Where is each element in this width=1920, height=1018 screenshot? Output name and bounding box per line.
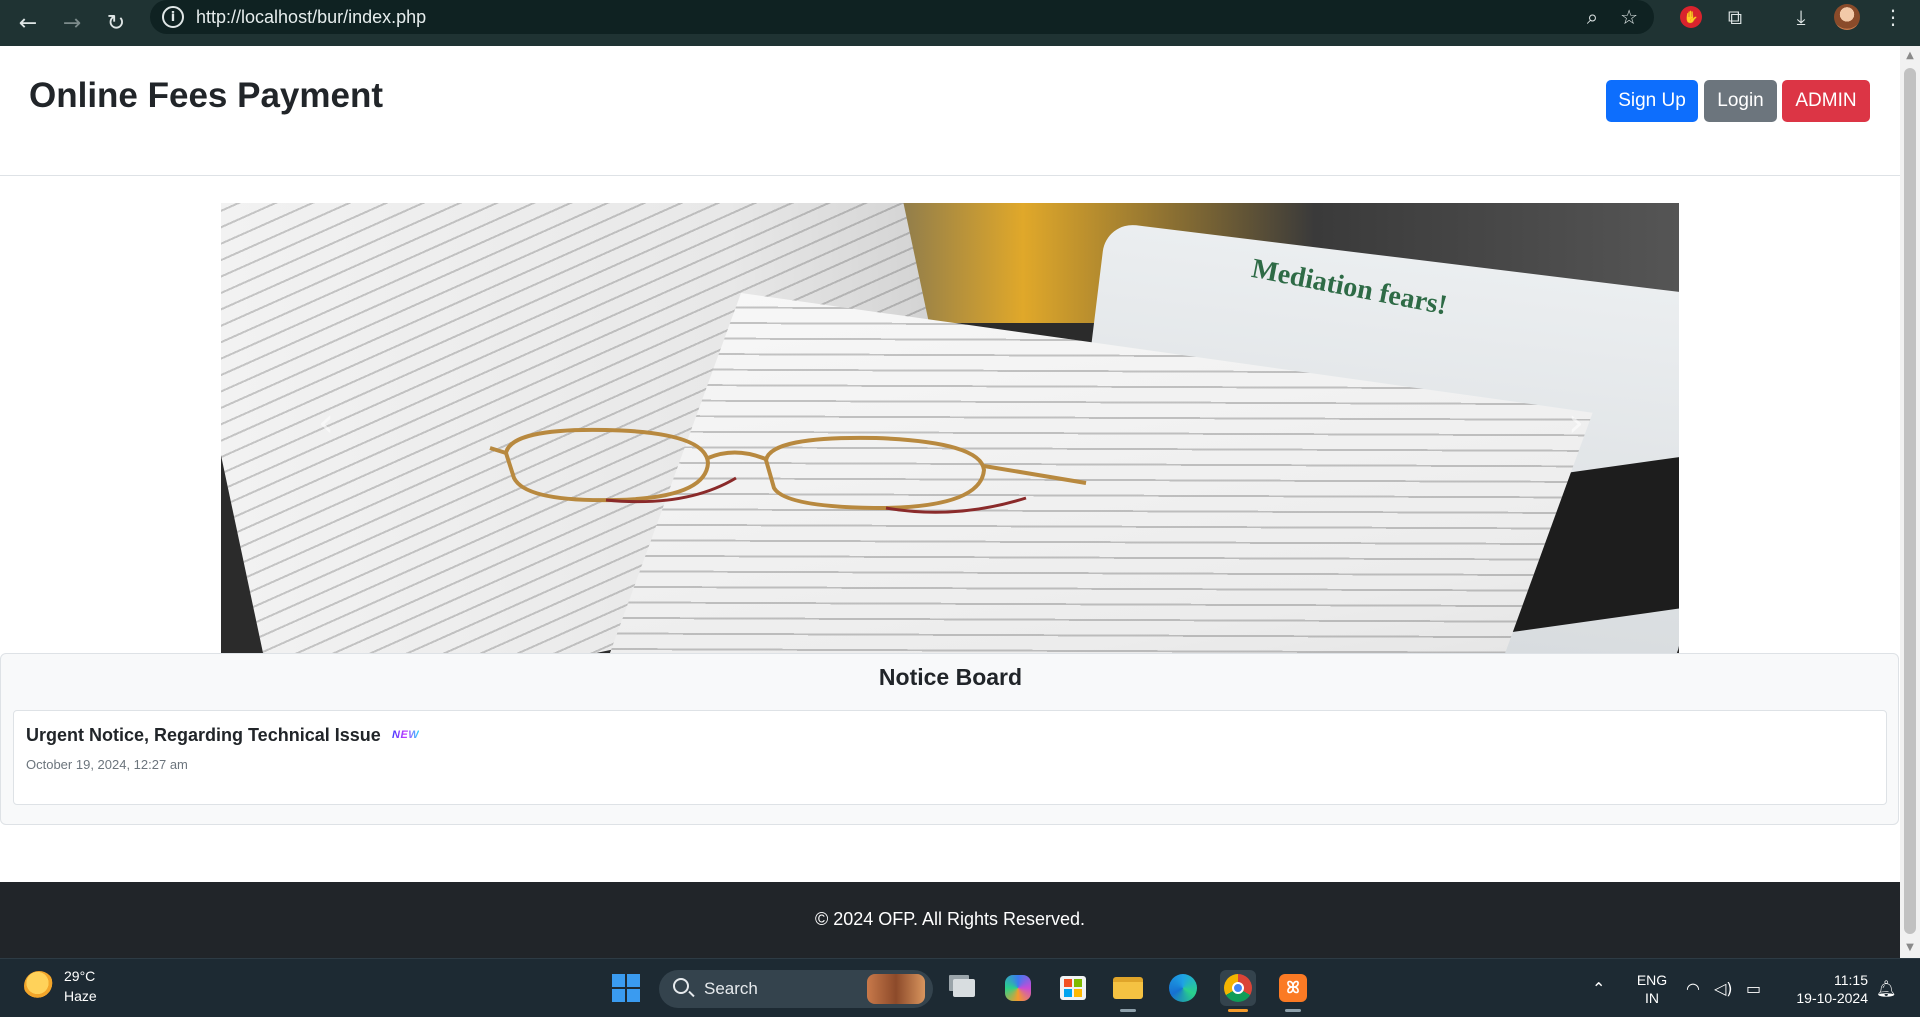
taskbar-search[interactable]: Search — [659, 970, 933, 1008]
footer-copyright: © 2024 OFP. All Rights Reserved. — [814, 909, 1086, 929]
notice-date: October 19, 2024, 12:27 am — [26, 757, 188, 772]
page-content: Online Fees Payment Sign Up Login ADMIN … — [0, 46, 1900, 958]
address-url[interactable]: http://localhost/bur/index.php — [196, 7, 426, 28]
hero-carousel: Mediation fears! ‹ › — [221, 203, 1679, 653]
show-hidden-icons-chevron-icon[interactable]: ⌃ — [1592, 959, 1605, 1018]
xampp-icon[interactable]: ꕤ — [1275, 970, 1311, 1012]
weather-description[interactable]: Haze — [64, 988, 97, 1004]
profile-avatar[interactable] — [1834, 0, 1860, 34]
address-bar[interactable]: i http://localhost/bur/index.php ⌕ ☆ — [150, 0, 1654, 34]
language-region: IN — [1645, 990, 1659, 1006]
search-highlight-image — [867, 974, 925, 1004]
signup-button[interactable]: Sign Up — [1606, 80, 1698, 122]
reload-icon[interactable]: ↻ — [94, 0, 138, 46]
notice-heading[interactable]: Urgent Notice, Regarding Technical Issue — [26, 725, 381, 746]
notice-board-title: Notice Board — [878, 664, 1023, 690]
chrome-browser-icon[interactable] — [1220, 970, 1256, 1012]
language-code: ENG — [1636, 972, 1668, 988]
windows-taskbar: 29°C Haze Search ꕤ ⌃ ENG IN ◠ ◁) ▭ 11:15… — [0, 958, 1920, 1017]
extension-shield-icon[interactable]: ✋ — [1678, 0, 1704, 34]
extensions-puzzle-icon[interactable]: ⧉ — [1722, 0, 1748, 34]
notice-item[interactable]: Urgent Notice, Regarding Technical Issue… — [13, 710, 1887, 805]
scroll-up-icon[interactable]: ▲ — [1904, 50, 1916, 62]
carousel-prev-icon[interactable]: ‹ — [311, 398, 341, 448]
weather-icon[interactable] — [24, 971, 54, 1001]
carousel-next-icon[interactable]: › — [1561, 398, 1591, 448]
file-explorer-icon[interactable] — [1110, 970, 1146, 1012]
newspaper-headline: Mediation fears! — [1249, 253, 1450, 322]
copilot-icon[interactable] — [1000, 970, 1036, 1006]
battery-icon[interactable]: ▭ — [1746, 959, 1761, 1018]
edge-browser-icon[interactable] — [1165, 970, 1201, 1006]
bookmark-star-icon[interactable]: ☆ — [1620, 5, 1638, 29]
browser-menu-icon[interactable]: ⋮ — [1880, 0, 1906, 34]
clock-time: 11:15 — [1834, 972, 1868, 988]
site-footer: © 2024 OFP. All Rights Reserved. — [0, 882, 1900, 958]
page-scrollbar[interactable]: ▲ ▼ — [1900, 46, 1920, 958]
taskbar-search-label: Search — [704, 979, 758, 998]
microsoft-store-icon[interactable] — [1055, 970, 1091, 1006]
admin-button[interactable]: ADMIN — [1782, 80, 1870, 122]
new-badge: NEW — [392, 729, 420, 741]
site-title: Online Fees Payment — [29, 76, 384, 115]
notice-board: Notice Board Urgent Notice, Regarding Te… — [0, 653, 1899, 825]
weather-temperature[interactable]: 29°C — [64, 968, 95, 984]
scrollbar-thumb[interactable] — [1904, 68, 1916, 934]
browser-toolbar: ← → ↻ i http://localhost/bur/index.php ⌕… — [0, 0, 1920, 46]
volume-icon[interactable]: ◁) — [1714, 959, 1733, 1018]
system-clock[interactable]: 11:15 19-10-2024 — [1786, 971, 1868, 1007]
search-icon — [673, 978, 689, 994]
clock-date: 19-10-2024 — [1796, 990, 1868, 1006]
task-view-icon[interactable] — [946, 970, 982, 1006]
site-info-icon[interactable]: i — [162, 6, 184, 28]
site-header: Online Fees Payment Sign Up Login ADMIN — [0, 46, 1900, 176]
zoom-icon[interactable]: ⌕ — [1587, 5, 1598, 29]
reading-glasses-image — [489, 427, 1087, 514]
start-windows-icon[interactable] — [608, 970, 644, 1006]
login-button[interactable]: Login — [1704, 80, 1777, 122]
language-indicator[interactable]: ENG IN — [1634, 971, 1670, 1007]
back-icon[interactable]: ← — [6, 0, 50, 46]
forward-icon[interactable]: → — [50, 0, 94, 46]
scroll-down-icon[interactable]: ▼ — [1904, 942, 1916, 954]
wifi-icon[interactable]: ◠ — [1686, 959, 1700, 1018]
notifications-bell-icon[interactable]: 🔔︎ — [1876, 959, 1896, 1018]
download-icon[interactable]: ⤓ — [1788, 0, 1814, 34]
